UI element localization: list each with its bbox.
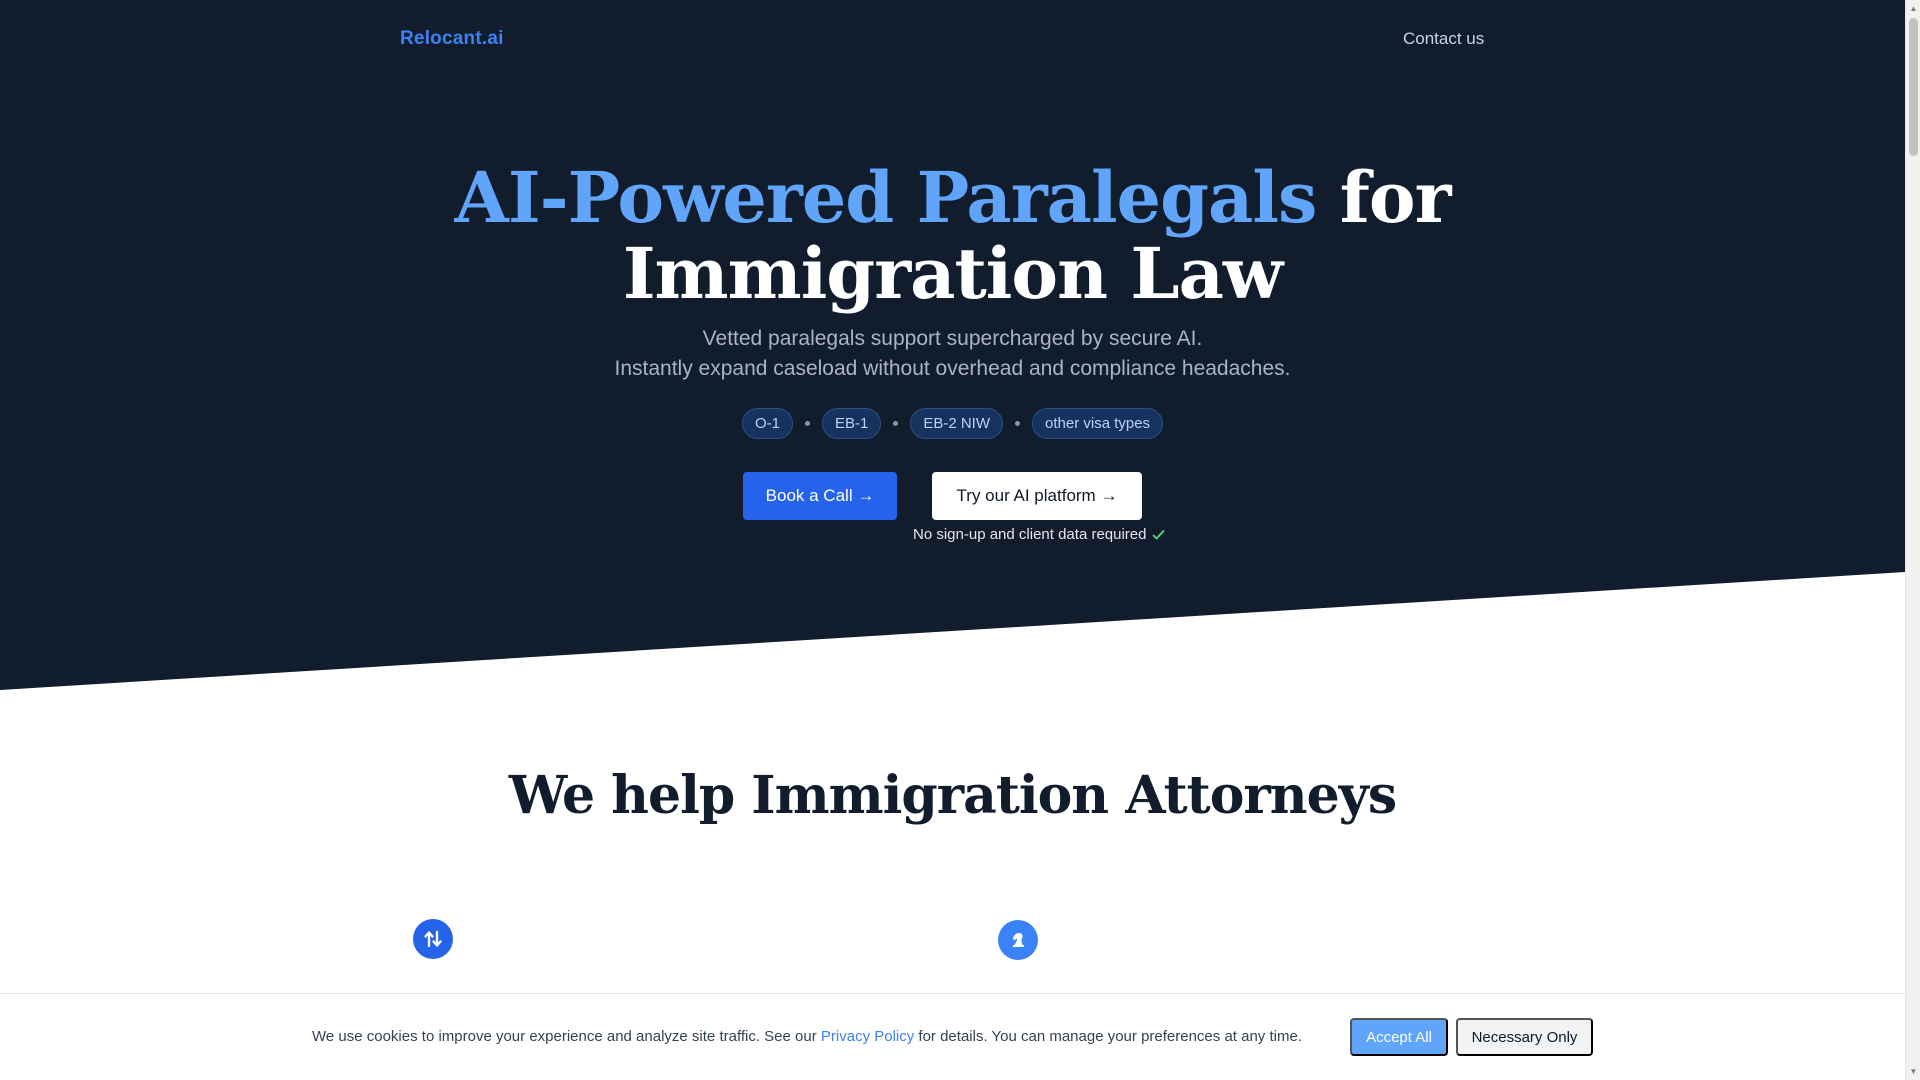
section-title: We help Immigration Attorneys — [508, 765, 1397, 826]
cookie-text-before: We use cookies to improve your experienc… — [312, 1028, 821, 1045]
book-call-button[interactable]: Book a Call → — [743, 472, 897, 520]
hero-title-accent: AI-Powered Paralegals — [454, 156, 1318, 239]
hero-subtitle-line2: Instantly expand caseload without overhe… — [614, 357, 1291, 380]
necessary-only-button[interactable]: Necessary Only — [1456, 1018, 1593, 1056]
hero-subtitle-line1: Vetted paralegals support supercharged b… — [702, 327, 1203, 350]
tag-eb2-niw: EB-2 NIW — [910, 408, 1003, 439]
tag-o1: O-1 — [741, 408, 793, 439]
cookie-text: We use cookies to improve your experienc… — [312, 1028, 1302, 1045]
try-ai-platform-button[interactable]: Try our AI platform → — [932, 472, 1142, 520]
chess-knight-icon — [998, 920, 1038, 960]
cookie-banner: We use cookies to improve your experienc… — [0, 993, 1905, 1080]
separator-dot — [893, 421, 899, 426]
scroll-down-arrow-icon[interactable]: ▼ — [1906, 1064, 1920, 1079]
visa-tags: O-1 EB-1 EB-2 NIW other visa types — [0, 408, 1905, 439]
privacy-policy-link[interactable]: Privacy Policy — [821, 1028, 914, 1045]
tag-other-visa-types: other visa types — [1032, 408, 1164, 439]
logo-link[interactable]: Relocant.ai — [400, 28, 504, 50]
check-icon — [1152, 527, 1166, 543]
no-signup-note: No sign-up and client data required — [913, 526, 1166, 543]
separator-dot — [804, 421, 810, 426]
hero-title: AI-Powered Paralegals for Immigration La… — [0, 160, 1905, 312]
scrollbar-thumb[interactable] — [1909, 18, 1918, 156]
tag-eb1: EB-1 — [821, 408, 882, 439]
hero-title-immigration-law: Immigration Law — [622, 232, 1283, 315]
separator-dot — [1015, 421, 1020, 426]
scrollbar[interactable]: ▲ ▼ — [1905, 0, 1920, 1080]
swap-vertical-icon — [413, 919, 453, 959]
no-signup-note-text: No sign-up and client data required — [913, 526, 1147, 543]
hero-title-for: for — [1339, 156, 1452, 239]
hero-subtitle: Vetted paralegals support supercharged b… — [0, 324, 1905, 384]
page: Relocant.ai Contact us AI-Powered Parale… — [0, 0, 1920, 1080]
cookie-text-after: for details. You can manage your prefere… — [914, 1028, 1302, 1045]
accept-all-button[interactable]: Accept All — [1350, 1018, 1448, 1056]
scroll-up-arrow-icon[interactable]: ▲ — [1906, 1, 1920, 16]
contact-us-link[interactable]: Contact us — [1403, 29, 1484, 49]
